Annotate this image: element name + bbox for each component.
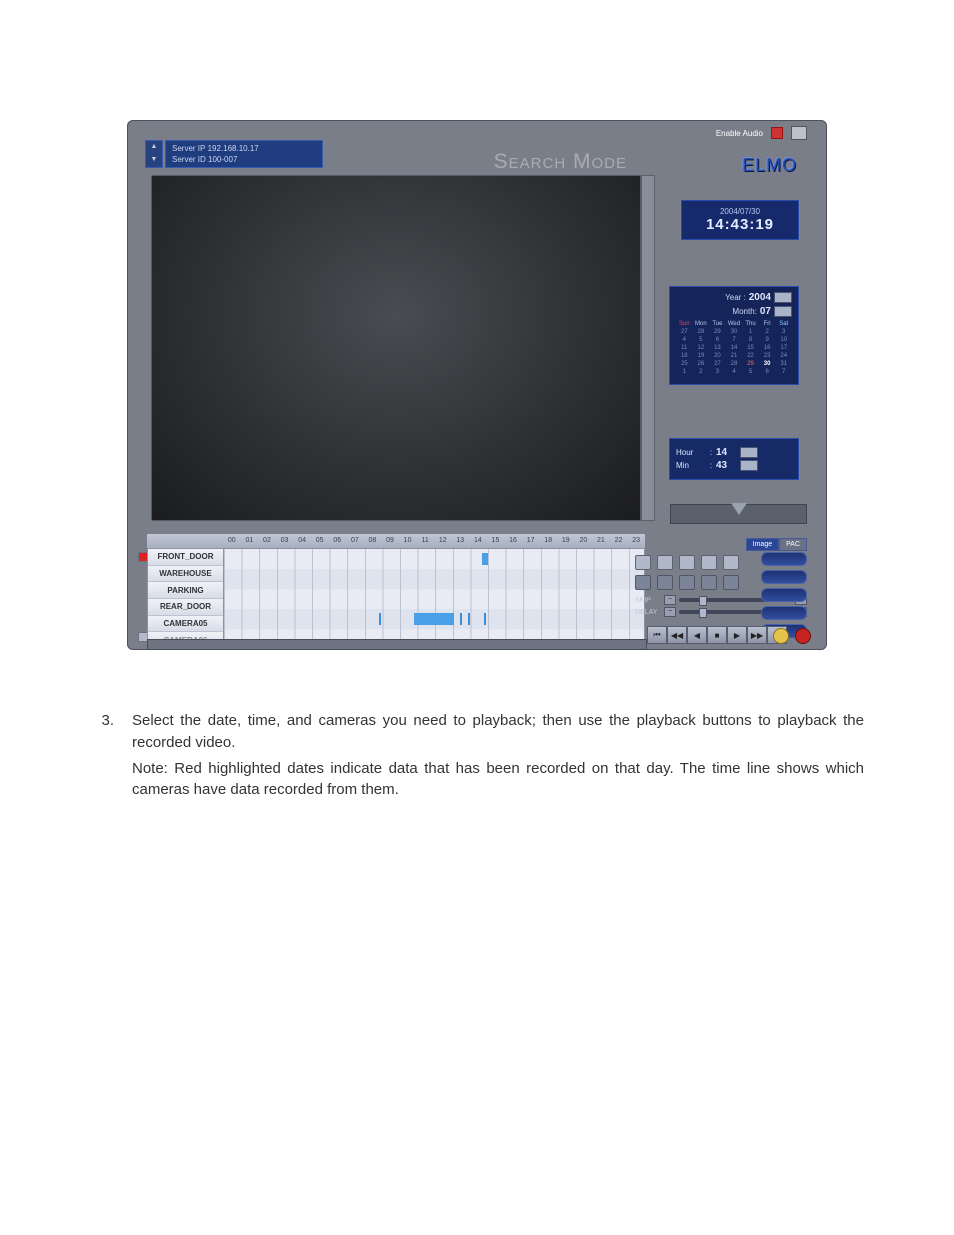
stop-button[interactable]: ■ xyxy=(707,626,727,644)
camera-label: FRONT_DOOR xyxy=(148,549,223,566)
help-icon[interactable] xyxy=(773,628,789,644)
timeline-h-scrollbar[interactable] xyxy=(147,639,647,650)
calendar-panel: Year : 2004 Month: 07 Sun Mon Tue Wed Th… xyxy=(669,286,799,385)
clip-marker[interactable] xyxy=(460,613,462,625)
zoom-icon[interactable] xyxy=(657,555,673,570)
minute-stepper[interactable] xyxy=(740,460,758,471)
timeline-hours: 0001020304050607080910111213141516171819… xyxy=(147,534,645,548)
hour-stepper[interactable] xyxy=(740,447,758,458)
delay-minus[interactable]: − xyxy=(664,607,676,617)
save-icon[interactable] xyxy=(679,575,695,590)
preset-button[interactable] xyxy=(761,606,807,620)
fast-forward-button[interactable]: ▶▶ xyxy=(747,626,767,644)
camera-label: PARKING xyxy=(148,582,223,599)
month-row: Month: 07 xyxy=(676,306,792,317)
tab-pac[interactable]: PAC xyxy=(779,538,807,551)
camera-label: WAREHOUSE xyxy=(148,566,223,583)
power-icon[interactable] xyxy=(795,628,811,644)
enable-audio-label: Enable Audio xyxy=(716,129,763,138)
search-mode-app: Enable Audio ▲▼ Server IP 192.168.10.17 … xyxy=(127,120,827,650)
mode-title: Search Mode xyxy=(127,150,647,174)
clip-marker[interactable] xyxy=(379,613,381,625)
brand-logo: ELMO xyxy=(742,155,797,176)
year-stepper[interactable] xyxy=(774,292,792,303)
grid-icon[interactable] xyxy=(635,555,651,570)
first-button[interactable]: ⏮ xyxy=(647,626,667,644)
skip-minus[interactable]: − xyxy=(664,595,676,605)
timeline: 0001020304050607080910111213141516171819… xyxy=(147,534,645,650)
audio-toggle-icon[interactable] xyxy=(771,127,783,139)
step-3: 3. Select the date, time, and cameras yo… xyxy=(90,710,864,801)
month-stepper[interactable] xyxy=(774,306,792,317)
step-text-1: Select the date, time, and cameras you n… xyxy=(132,710,864,754)
top-bar: Enable Audio xyxy=(716,126,807,140)
tool-icon[interactable] xyxy=(723,575,739,590)
preset-button[interactable] xyxy=(761,552,807,566)
step-number: 3. xyxy=(90,710,114,801)
step-back-button[interactable]: ◀ xyxy=(687,626,707,644)
camera-labels[interactable]: FRONT_DOOR WAREHOUSE PARKING REAR_DOOR C… xyxy=(148,549,224,649)
bookmark-icon[interactable] xyxy=(657,575,673,590)
rewind-button[interactable]: ◀◀ xyxy=(667,626,687,644)
year-row: Year : 2004 xyxy=(676,292,792,303)
clock-time: 14:43:19 xyxy=(682,216,798,233)
preset-button[interactable] xyxy=(761,588,807,602)
clip-marker[interactable] xyxy=(482,553,488,565)
calendar-grid[interactable]: Sun Mon Tue Wed Thu Fri Sat 27282930123 … xyxy=(676,320,792,376)
clip-marker[interactable] xyxy=(468,613,470,625)
refresh-icon[interactable] xyxy=(723,555,739,570)
camera-label: REAR_DOOR xyxy=(148,599,223,616)
timeline-scroll-markers[interactable] xyxy=(138,552,146,642)
export-icon[interactable] xyxy=(701,575,717,590)
brightness-icon[interactable] xyxy=(679,555,695,570)
preset-button[interactable] xyxy=(761,570,807,584)
camera-label: CAMERA05 xyxy=(148,616,223,633)
time-select-panel: Hour : 14 Min : 43 xyxy=(669,438,799,480)
tool-tabs[interactable]: Image PAC xyxy=(635,538,807,551)
playhead-slider[interactable] xyxy=(670,504,807,524)
step-text-2: Note: Red highlighted dates indicate dat… xyxy=(132,758,864,802)
video-scrollbar[interactable] xyxy=(641,175,655,521)
print-icon[interactable] xyxy=(635,575,651,590)
clock-date: 2004/07/30 xyxy=(682,207,798,216)
tool-panel: Image PAC SKIP − xyxy=(635,538,807,619)
transport-controls: ⏮ ◀◀ ◀ ■ ▶ ▶▶ ⏭ xyxy=(647,626,787,644)
end-icons xyxy=(773,628,811,644)
step-forward-button[interactable]: ▶ xyxy=(727,626,747,644)
clock-panel: 2004/07/30 14:43:19 xyxy=(681,200,799,240)
window-control-icon[interactable] xyxy=(791,126,807,140)
tab-image[interactable]: Image xyxy=(746,538,779,551)
step-body: Select the date, time, and cameras you n… xyxy=(132,710,864,801)
timeline-grid[interactable] xyxy=(224,549,644,649)
clip-marker[interactable] xyxy=(484,613,486,625)
settings-icon[interactable] xyxy=(701,555,717,570)
timeline-body[interactable]: FRONT_DOOR WAREHOUSE PARKING REAR_DOOR C… xyxy=(147,548,645,650)
video-viewport xyxy=(151,175,641,521)
clip-marker[interactable] xyxy=(414,613,454,625)
document-page: Enable Audio ▲▼ Server IP 192.168.10.17 … xyxy=(0,0,954,841)
